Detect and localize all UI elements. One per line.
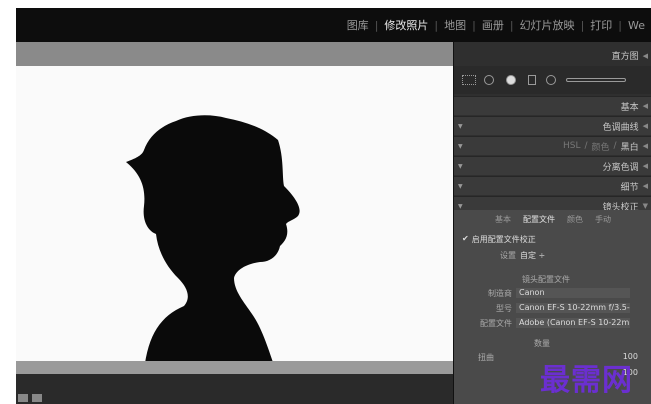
spot-removal-tool-icon[interactable] bbox=[484, 75, 494, 85]
panel-detail[interactable]: ▼ 细节 ◀ bbox=[454, 176, 651, 195]
tab-manual[interactable]: 手动 bbox=[595, 214, 611, 225]
tab-color[interactable]: 颜色 bbox=[567, 214, 583, 225]
model-row: 型号 Canon EF-S 10-22mm f/3.5-4.5... bbox=[486, 303, 630, 314]
panel-tone-curve[interactable]: ▼ 色调曲线 ◀ bbox=[454, 116, 651, 135]
color-label[interactable]: 颜色 bbox=[592, 140, 610, 153]
module-book[interactable]: 画册 bbox=[476, 17, 510, 33]
setup-row: 设置 自定 ÷ bbox=[500, 250, 545, 261]
loupe-view-icon[interactable] bbox=[32, 394, 42, 402]
expand-icon: ▼ bbox=[458, 142, 463, 150]
module-web[interactable]: We bbox=[622, 19, 651, 32]
amount-label: 数量 bbox=[534, 339, 550, 348]
filmstrip[interactable] bbox=[16, 374, 453, 404]
module-slideshow[interactable]: 幻灯片放映 bbox=[514, 17, 581, 33]
collapse-arrow-icon: ◀ bbox=[642, 182, 648, 190]
detail-label: 细节 bbox=[620, 182, 639, 193]
amount-header: 数量 bbox=[534, 338, 550, 349]
brush-slider[interactable] bbox=[566, 78, 626, 82]
panel-basic[interactable]: 基本 ◀ bbox=[454, 96, 651, 115]
make-row: 制造商 Canon bbox=[486, 288, 630, 299]
expand-icon: ▼ bbox=[458, 122, 463, 130]
view-toolbar bbox=[16, 42, 453, 66]
radial-filter-icon[interactable] bbox=[546, 75, 556, 85]
split-toning-label: 分离色调 bbox=[602, 162, 639, 173]
lens-profile-label: 镜头配置文件 bbox=[522, 275, 570, 284]
profile-row: 配置文件 Adobe (Canon EF-S 10-22mm ... bbox=[476, 318, 630, 329]
enable-profile-checkbox[interactable]: ✔ 启用配置文件校正 bbox=[462, 234, 536, 245]
make-dropdown[interactable]: Canon bbox=[516, 288, 630, 298]
module-print[interactable]: 打印 bbox=[584, 17, 618, 33]
crop-tool-icon[interactable] bbox=[462, 75, 476, 85]
collapse-arrow-icon: ◀ bbox=[642, 162, 648, 170]
lens-profile-header: 镜头配置文件 bbox=[522, 274, 570, 285]
slash-separator: / bbox=[613, 141, 617, 151]
module-map[interactable]: 地图 bbox=[438, 17, 472, 33]
setup-label: 设置 bbox=[500, 251, 516, 260]
module-develop[interactable]: 修改照片 bbox=[378, 17, 434, 33]
profile-label: 配置文件 bbox=[480, 319, 512, 328]
collapse-arrow-icon: ◀ bbox=[642, 51, 648, 60]
histogram-label: 直方图 bbox=[611, 52, 639, 62]
expand-icon: ▼ bbox=[458, 182, 463, 190]
model-dropdown[interactable]: Canon EF-S 10-22mm f/3.5-4.5... bbox=[516, 303, 630, 313]
basic-label: 基本 bbox=[620, 102, 639, 113]
histogram-header[interactable]: 直方图 ◀ bbox=[454, 46, 651, 65]
grid-view-icon[interactable] bbox=[18, 394, 28, 402]
module-library[interactable]: 图库 bbox=[341, 17, 375, 33]
collapse-arrow-icon: ◀ bbox=[642, 142, 648, 150]
lightroom-window: 图库 | 修改照片 | 地图 | 画册 | 幻灯片放映 | 打印 | We 直方… bbox=[16, 8, 651, 404]
red-eye-tool-icon[interactable] bbox=[506, 75, 516, 85]
lens-correction-tabs: 基本 配置文件 颜色 手动 bbox=[454, 210, 651, 228]
distortion-label: 扭曲 bbox=[478, 353, 494, 362]
checkmark-icon: ✔ bbox=[462, 234, 469, 243]
bw-label[interactable]: 黑白 bbox=[621, 140, 639, 153]
model-label: 型号 bbox=[496, 304, 512, 313]
module-bar: 图库 | 修改照片 | 地图 | 画册 | 幻灯片放映 | 打印 | We bbox=[16, 8, 651, 42]
hsl-label[interactable]: HSL bbox=[563, 141, 581, 151]
slash-separator: / bbox=[584, 141, 588, 151]
profile-dropdown[interactable]: Adobe (Canon EF-S 10-22mm ... bbox=[516, 318, 630, 328]
expanded-arrow-icon: ▼ bbox=[642, 202, 648, 210]
boy-silhouette-image bbox=[16, 115, 453, 374]
expand-icon: ▼ bbox=[458, 162, 463, 170]
tab-profile[interactable]: 配置文件 bbox=[523, 214, 555, 225]
develop-right-panel: 直方图 ◀ 基本 ◀ ▼ 色调曲线 ◀ ▼ HSL / 颜色 / 黑白 ◀ ▼ … bbox=[453, 42, 651, 404]
photo-preview[interactable] bbox=[16, 66, 453, 374]
collapse-arrow-icon: ◀ bbox=[642, 102, 648, 110]
make-label: 制造商 bbox=[488, 289, 512, 298]
tool-strip bbox=[454, 66, 651, 94]
collapse-arrow-icon: ◀ bbox=[642, 122, 648, 130]
graduated-filter-icon[interactable] bbox=[528, 75, 536, 85]
tone-curve-label: 色调曲线 bbox=[602, 122, 639, 133]
setup-dropdown[interactable]: 自定 ÷ bbox=[520, 250, 545, 261]
enable-profile-label: 启用配置文件校正 bbox=[471, 235, 536, 244]
watermark-logo: 最需网 bbox=[540, 363, 633, 398]
expand-icon: ▼ bbox=[458, 202, 463, 210]
tab-basic[interactable]: 基本 bbox=[495, 214, 511, 225]
panel-hsl[interactable]: ▼ HSL / 颜色 / 黑白 ◀ bbox=[454, 136, 651, 155]
panel-split-toning[interactable]: ▼ 分离色调 ◀ bbox=[454, 156, 651, 175]
